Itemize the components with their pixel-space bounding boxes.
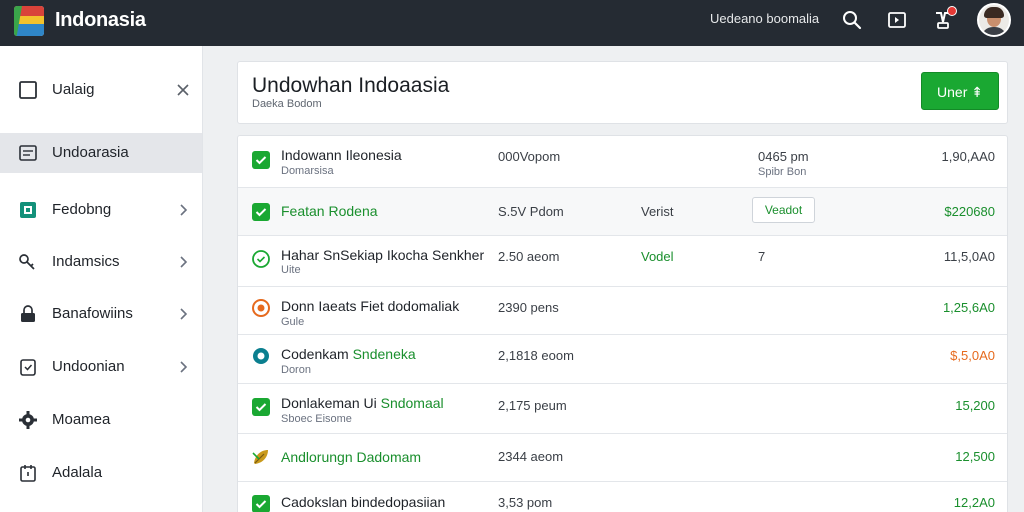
page-subtitle: Daeka Bodom (252, 98, 322, 110)
green-ring-icon (252, 250, 270, 268)
teal-ring-icon (253, 348, 269, 364)
orange-ring-icon (252, 299, 270, 317)
row-amount: $,5,0A0 (950, 348, 995, 363)
table-row[interactable]: Cadokslan bindedopasiian 3,53 pom 12,2A0 (238, 482, 1007, 512)
row-time: 000Vopom (498, 149, 561, 164)
green-check-icon (252, 398, 270, 416)
screen-icon[interactable] (886, 9, 908, 31)
table-row[interactable]: Donn Iaeats Fiet dodomaliak Gule 2390 pe… (238, 287, 1007, 335)
row-name: Donn Iaeats Fiet dodomaliak (281, 298, 460, 314)
row-sub: Gule (281, 316, 305, 328)
sidebar: Ualaig Undoarasia Fedobng Indamsics Bana… (0, 46, 203, 512)
sidebar-item-label: Adalala (52, 464, 103, 481)
primary-action-button[interactable]: Uner ⇞ (921, 72, 999, 110)
sidebar-item-label: Indamsics (52, 253, 120, 270)
sidebar-item-banafowiins[interactable]: Banafowiins (0, 294, 202, 334)
leaf-icon (252, 450, 268, 464)
sidebar-item-undoarasia[interactable]: Undoarasia (0, 133, 202, 173)
row-time: 2390 pens (498, 300, 559, 315)
page-title: Undowhan Indoaasia (252, 74, 450, 97)
row-col3: Verist (641, 204, 674, 219)
row-col3: Vodel (641, 249, 674, 264)
green-check-icon (252, 151, 270, 169)
row-col4: 7 (758, 249, 766, 264)
sidebar-item-moamea[interactable]: Moamea (0, 400, 202, 440)
row-name: Cadokslan bindedopasiian (281, 494, 446, 510)
table-row[interactable]: Featan Rodena S.5V Pdom Verist Veadot $2… (238, 188, 1007, 236)
chevron-right-icon (180, 361, 188, 373)
key-icon (19, 254, 35, 270)
calendar-icon (20, 465, 36, 482)
close-icon[interactable] (176, 82, 190, 98)
shield-icon (20, 359, 36, 376)
sidebar-item-adalala[interactable]: Adalala (0, 453, 202, 493)
row-amount: 15,200 (955, 398, 995, 413)
row-col4: 0465 pm (758, 149, 809, 164)
sidebar-item-label: Moamea (52, 411, 111, 428)
sidebar-item-indamsics[interactable]: Indamsics (0, 242, 202, 282)
green-check-icon (252, 495, 270, 512)
row-amount: 1,25,6A0 (942, 300, 995, 315)
row-name: Codenkam Sndeneka (281, 346, 416, 362)
notification-badge (947, 6, 957, 16)
row-sub: Domarsisa (281, 165, 334, 177)
transactions-list: Indowann Ileonesia Domarsisa 000Vopom 04… (237, 135, 1008, 512)
chevron-right-icon (180, 308, 188, 320)
app-title[interactable]: Indonasia (55, 9, 146, 32)
flag-logo-icon[interactable] (14, 6, 44, 36)
row-amount: 12,2A0 (953, 495, 995, 510)
page-header: Undowhan Indoaasia Daeka Bodom Uner ⇞ (237, 61, 1008, 124)
table-row[interactable]: Donlakeman Ui Sndomaal Sboec Eisome 2,17… (238, 384, 1007, 434)
table-row[interactable]: Andlorungn Dadomam 2344 aeom 12,500 (238, 434, 1007, 482)
table-row[interactable]: Codenkam Sndeneka Doron 2,1818 eoom $,5,… (238, 335, 1007, 384)
square-icon (19, 81, 37, 99)
table-row[interactable]: Hahar SnSekiap Ikocha Senkher Uite 2.50 … (238, 236, 1007, 287)
green-check-icon (252, 203, 270, 221)
gear-icon (19, 411, 37, 429)
sidebar-item-label: Undoarasia (52, 144, 129, 161)
row-amount: $220680 (944, 204, 995, 219)
chevron-right-icon (180, 204, 188, 216)
list-icon (19, 145, 37, 161)
row-time: 2344 aeom (498, 449, 564, 464)
green-box-icon (20, 202, 36, 218)
sidebar-item-label: Banafowiins (52, 305, 133, 322)
row-amount: 12,500 (955, 449, 995, 464)
row-sub: Uite (281, 264, 301, 276)
sidebar-item-undoonian[interactable]: Undoonian (0, 347, 202, 387)
chevron-right-icon (180, 256, 188, 268)
top-bar: Indonasia Uedeano boomalia (0, 0, 1024, 46)
row-amount: 1,90,AA0 (941, 149, 996, 164)
row-name: Andlorungn Dadomam (281, 449, 422, 465)
sidebar-item-label: Fedobng (52, 201, 112, 218)
row-col4-sub: Spibr Bon (758, 166, 807, 178)
row-sub: Doron (281, 364, 311, 376)
user-avatar[interactable] (977, 3, 1011, 37)
row-name: Featan Rodena (281, 203, 378, 219)
row-time: 2,1818 eoom (498, 348, 574, 363)
sidebar-item-fedobng[interactable]: Fedobng (0, 190, 202, 230)
row-time: 3,53 pom (498, 495, 553, 510)
row-time: 2,175 peum (498, 398, 567, 413)
lock-icon (21, 305, 35, 322)
search-icon[interactable] (841, 9, 863, 31)
row-time: S.5V Pdom (498, 204, 564, 219)
sidebar-item-label: Ualaig (52, 81, 95, 98)
row-name: Donlakeman Ui Sndomaal (281, 395, 444, 411)
table-row[interactable]: Indowann Ileonesia Domarsisa 000Vopom 04… (238, 136, 1007, 188)
row-name: Hahar SnSekiap Ikocha Senkher (281, 247, 485, 263)
sidebar-item-label: Undoonian (52, 358, 125, 375)
sidebar-item-ualaig[interactable]: Ualaig (0, 70, 202, 110)
row-sub: Sboec Eisome (281, 413, 352, 425)
account-name[interactable]: Uedeano boomalia (710, 11, 819, 26)
row-action-button[interactable]: Veadot (752, 197, 815, 223)
row-amount: 11,5,0A0 (943, 249, 995, 264)
row-name: Indowann Ileonesia (281, 147, 402, 163)
row-time: 2.50 aeom (498, 249, 560, 264)
